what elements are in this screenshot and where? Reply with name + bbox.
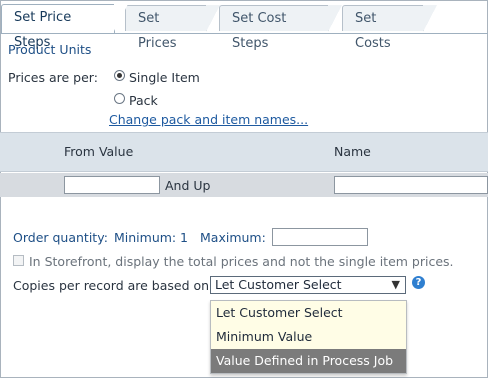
table-header: From Value Name [0, 132, 488, 172]
tab-set-costs[interactable]: Set Costs [342, 5, 437, 51]
radio-single-item-label: Single Item [129, 70, 200, 85]
copies-dropdown-list: Let Customer Select Minimum Value Value … [210, 300, 407, 374]
copies-label: Copies per record are based on: [13, 278, 214, 293]
tab-set-price-steps[interactable]: Set Price Steps [1, 4, 128, 50]
tab-divider [0, 33, 488, 34]
change-names-link[interactable]: Change pack and item names... [109, 112, 308, 127]
copies-select[interactable]: Let Customer Select ▼ [210, 276, 406, 294]
option-minimum-value[interactable]: Minimum Value [211, 325, 406, 349]
minimum-label: Minimum: [114, 230, 177, 245]
order-quantity-label: Order quantity: [13, 230, 108, 245]
storefront-checkbox[interactable] [13, 255, 24, 266]
prices-per-label: Prices are per: [8, 70, 98, 85]
option-let-customer-select[interactable]: Let Customer Select [211, 301, 406, 325]
tab-set-prices[interactable]: Set Prices [125, 5, 220, 51]
column-header-name: Name [334, 144, 371, 159]
minimum-value: 1 [180, 230, 188, 245]
radio-pack[interactable] [114, 93, 125, 104]
column-header-from-value: From Value [64, 144, 134, 159]
storefront-checkbox-label: In Storefront, display the total prices … [29, 254, 454, 269]
radio-pack-label: Pack [129, 93, 158, 108]
radio-single-item[interactable] [114, 70, 125, 81]
tab-bar: Set Price Steps Set Prices Set Cost Step… [0, 0, 488, 51]
maximum-input[interactable] [272, 228, 368, 246]
option-value-defined-in-process-job[interactable]: Value Defined in Process Job [211, 349, 406, 373]
maximum-label: Maximum: [200, 230, 266, 245]
chevron-down-icon: ▼ [391, 278, 400, 291]
from-value-input[interactable] [64, 176, 160, 194]
name-input[interactable] [334, 176, 488, 194]
table-row: And Up [0, 173, 488, 197]
and-up-label: And Up [165, 178, 211, 193]
copies-select-value: Let Customer Select [215, 277, 342, 292]
tab-set-cost-steps[interactable]: Set Cost Steps [219, 5, 342, 51]
help-icon[interactable]: ? [412, 276, 425, 289]
